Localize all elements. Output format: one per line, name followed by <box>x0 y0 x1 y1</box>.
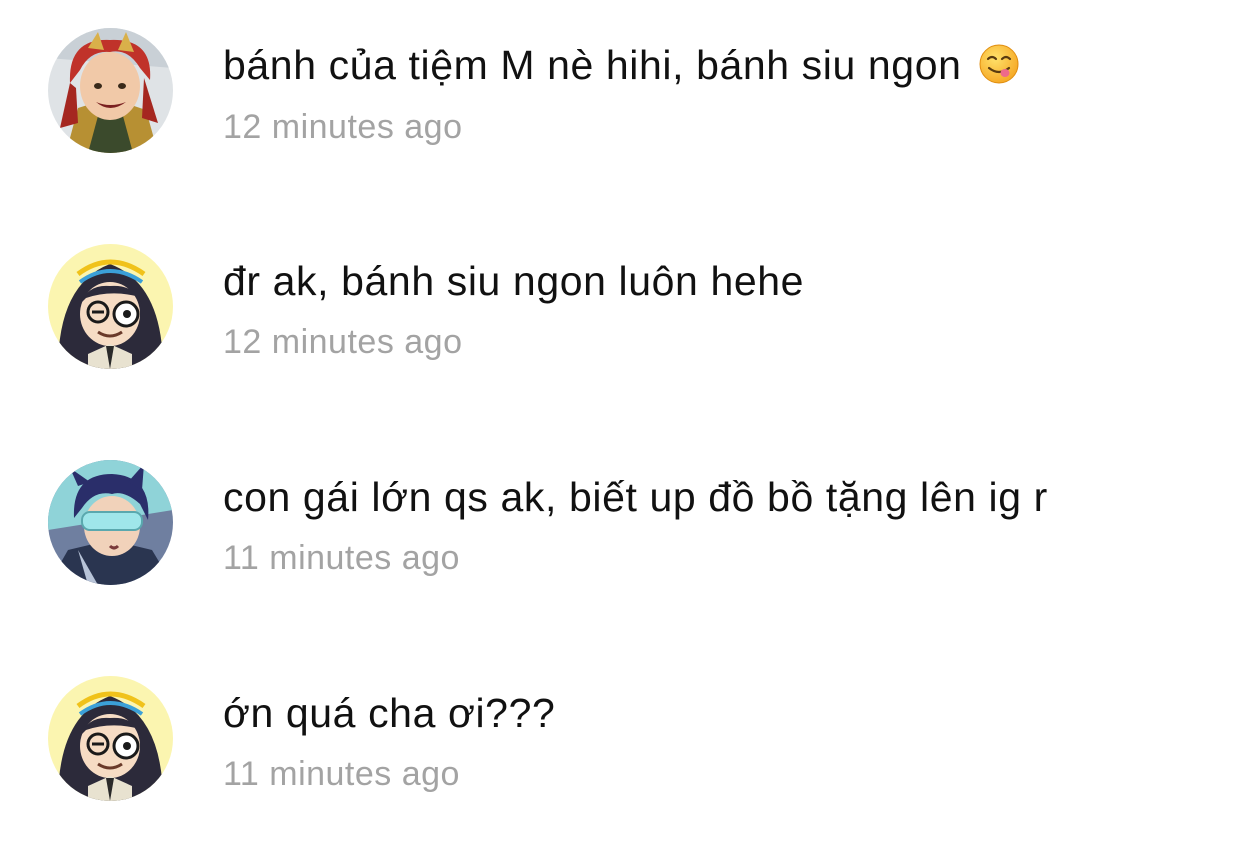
avatar-goggles-character-icon <box>48 460 173 585</box>
comment-item: đr ak, bánh siu ngon luôn hehe 12 minute… <box>0 216 1242 416</box>
comment-item: bánh của tiệm M nè hihi, bánh siu ngon 1… <box>0 0 1242 200</box>
face-savoring-food-emoji-icon <box>978 43 1020 85</box>
comment-message: ớn quá cha ơi??? <box>223 690 556 736</box>
comment-message: bánh của tiệm M nè hihi, bánh siu ngon <box>223 42 962 88</box>
user-avatar[interactable] <box>48 676 173 801</box>
comment-text: bánh của tiệm M nè hihi, bánh siu ngon <box>223 41 1020 89</box>
comment-message: con gái lớn qs ak, biết up đồ bồ tặng lê… <box>223 474 1048 520</box>
avatar-hooded-glasses-character-icon <box>48 244 173 369</box>
avatar-hooded-glasses-character-icon <box>48 676 173 801</box>
user-avatar[interactable] <box>48 244 173 369</box>
comment-item: ớn quá cha ơi??? 11 minutes ago <box>0 648 1242 848</box>
comment-timestamp: 11 minutes ago <box>223 539 460 577</box>
comment-timestamp: 12 minutes ago <box>223 108 463 146</box>
comment-text: ớn quá cha ơi??? <box>223 689 555 737</box>
comment-timestamp: 12 minutes ago <box>223 323 463 361</box>
avatar-red-haired-character-icon <box>48 28 173 153</box>
comment-item: con gái lớn qs ak, biết up đồ bồ tặng lê… <box>0 432 1242 632</box>
comment-text: con gái lớn qs ak, biết up đồ bồ tặng lê… <box>223 473 1048 521</box>
user-avatar[interactable] <box>48 460 173 585</box>
user-avatar[interactable] <box>48 28 173 153</box>
comment-text: đr ak, bánh siu ngon luôn hehe <box>223 257 804 305</box>
comment-message: đr ak, bánh siu ngon luôn hehe <box>223 258 805 304</box>
comment-timestamp: 11 minutes ago <box>223 755 460 793</box>
